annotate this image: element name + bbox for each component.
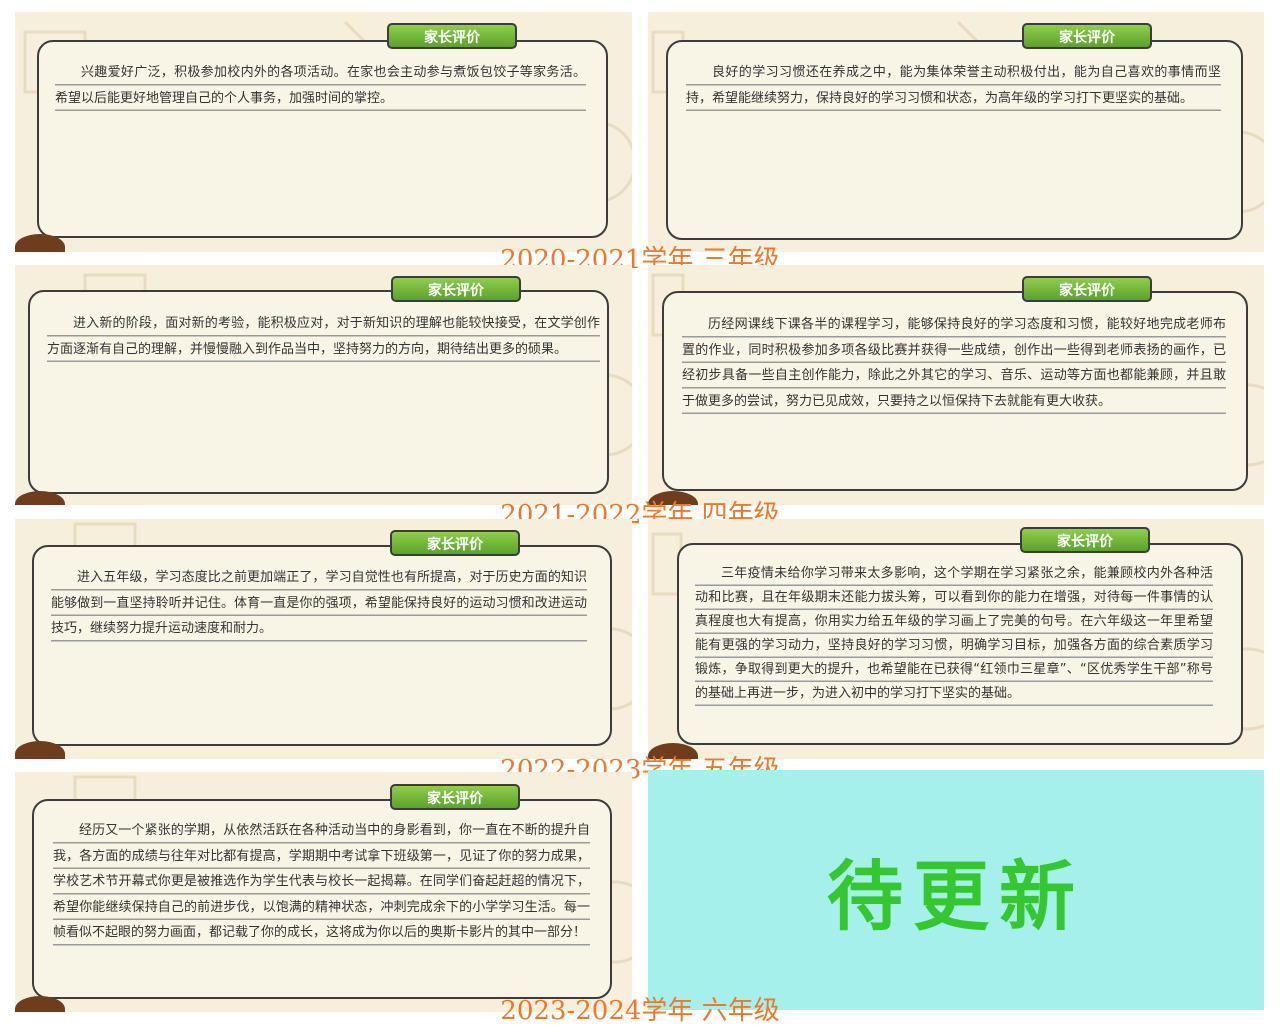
evaluation-panel-7: 家长评价 经历又一个紧张的学期，从依然活跃在各种活动当中的身影看到，你一直在不断… <box>15 772 632 1012</box>
parent-review-tab: 家长评价 <box>390 784 520 810</box>
parent-review-tab: 家长评价 <box>390 530 520 556</box>
evaluation-text: 进入新的阶段，面对新的考验，能积极应对，对于新知识的理解也能较快接受，在文学创作… <box>47 311 600 362</box>
parent-review-tab: 家长评价 <box>1022 23 1152 49</box>
pending-update-panel: 待更新 <box>648 770 1264 1010</box>
evaluation-text: 经历又一个紧张的学期，从依然活跃在各种活动当中的身影看到，你一直在不断的提升自我… <box>53 818 590 946</box>
evaluation-text: 三年疫情未给你学习带来太多影响，这个学期在学习紧张之余，能兼顾校内外各种活动和比… <box>695 562 1213 706</box>
evaluation-text: 良好的学习习惯还在养成之中，能为集体荣誉主动积极付出，能为自己喜欢的事情而坚持，… <box>686 60 1221 111</box>
parent-review-tab: 家长评价 <box>1020 527 1150 553</box>
evaluation-panel-5: 家长评价 进入五年级，学习态度比之前更加端正了，学习自觉性也有所提高，对于历史方… <box>15 519 632 759</box>
evaluation-panel-6: 家长评价 三年疫情未给你学习带来太多影响，这个学期在学习紧张之余，能兼顾校内外各… <box>648 519 1264 759</box>
evaluation-text: 兴趣爱好广泛，积极参加校内外的各项活动。在家也会主动参与煮饭包饺子等家务活。希望… <box>55 60 586 111</box>
school-year-label: 2023-2024学年 六年级 <box>500 996 780 1026</box>
evaluation-panel-1: 家长评价 兴趣爱好广泛，积极参加校内外的各项活动。在家也会主动参与煮饭包饺子等家… <box>15 12 632 252</box>
parent-review-tab: 家长评价 <box>391 276 521 302</box>
pending-update-label: 待更新 <box>827 852 1085 941</box>
evaluation-panel-3: 家长评价 进入新的阶段，面对新的考验，能积极应对，对于新知识的理解也能较快接受，… <box>15 265 632 505</box>
parent-review-tab: 家长评价 <box>1022 276 1152 302</box>
evaluation-panel-2: 家长评价 良好的学习习惯还在养成之中，能为集体荣誉主动积极付出，能为自己喜欢的事… <box>648 12 1264 252</box>
parent-review-tab: 家长评价 <box>387 23 517 49</box>
evaluation-panel-4: 家长评价 历经网课线下课各半的课程学习，能够保持良好的学习态度和习惯，能较好地完… <box>648 265 1264 505</box>
evaluation-text: 历经网课线下课各半的课程学习，能够保持良好的学习态度和习惯，能较好地完成老师布置… <box>682 312 1226 414</box>
evaluation-text: 进入五年级，学习态度比之前更加端正了，学习自觉性也有所提高，对于历史方面的知识能… <box>51 565 587 642</box>
